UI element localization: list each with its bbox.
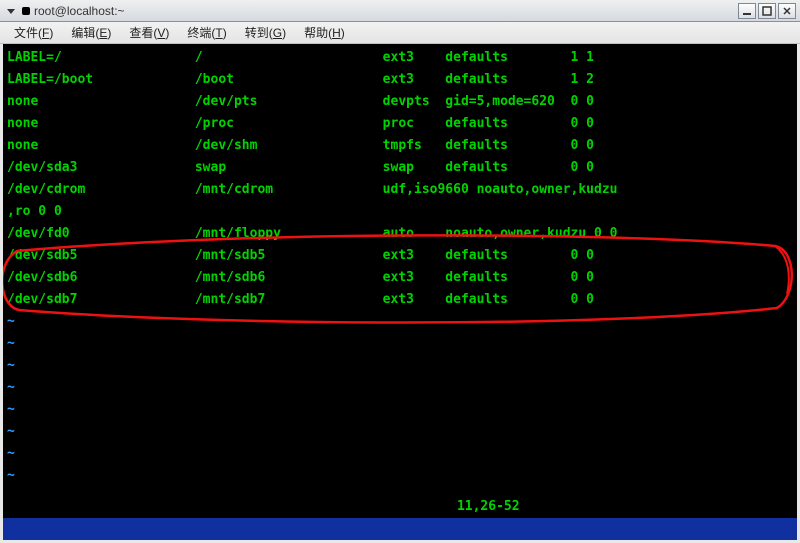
vim-tilde: ~ xyxy=(7,333,797,355)
vim-tilde: ~ xyxy=(7,377,797,399)
fstab-line: /dev/sdb5 /mnt/sdb5 ext3 defaults 0 0 xyxy=(7,245,797,267)
fstab-line: none /dev/pts devpts gid=5,mode=620 0 0 xyxy=(7,91,797,113)
vim-tilde: ~ xyxy=(7,399,797,421)
window-minimize-button[interactable] xyxy=(738,3,756,19)
fstab-line: none /proc proc defaults 0 0 xyxy=(7,113,797,135)
menu-file[interactable]: 文件(F) xyxy=(6,22,61,43)
fstab-line: /dev/cdrom /mnt/cdrom udf,iso9660 noauto… xyxy=(7,179,797,201)
vim-status-line: 11,26-52 xyxy=(3,496,797,518)
menu-go[interactable]: 转到(G) xyxy=(237,22,294,43)
window-close-button[interactable] xyxy=(778,3,796,19)
window-app-icon xyxy=(22,7,30,15)
vim-tilde: ~ xyxy=(7,421,797,443)
fstab-line: LABEL=/ / ext3 defaults 1 1 xyxy=(7,47,797,69)
vim-tilde: ~ xyxy=(7,311,797,333)
fstab-line: /dev/sdb7 /mnt/sdb7 ext3 defaults 0 0 xyxy=(7,289,797,311)
terminal-area[interactable]: LABEL=/ / ext3 defaults 1 1 LABEL=/boot … xyxy=(3,44,797,540)
fstab-line-wrap: ,ro 0 0 xyxy=(7,201,797,223)
fstab-line: LABEL=/boot /boot ext3 defaults 1 2 xyxy=(7,69,797,91)
vim-tilde: ~ xyxy=(7,465,797,487)
menu-bar: 文件(F) 编辑(E) 查看(V) 终端(T) 转到(G) 帮助(H) xyxy=(0,22,800,44)
fstab-line: none /dev/shm tmpfs defaults 0 0 xyxy=(7,135,797,157)
fstab-line: /dev/fd0 /mnt/floppy auto noauto,owner,k… xyxy=(7,223,797,245)
menu-view[interactable]: 查看(V) xyxy=(121,22,177,43)
fstab-line: /dev/sdb6 /mnt/sdb6 ext3 defaults 0 0 xyxy=(7,267,797,289)
menu-terminal[interactable]: 终端(T) xyxy=(179,22,234,43)
menu-edit[interactable]: 编辑(E) xyxy=(63,22,119,43)
vim-tilde: ~ xyxy=(7,443,797,465)
window-title: root@localhost:~ xyxy=(34,4,125,18)
window-titlebar: root@localhost:~ xyxy=(0,0,800,22)
menu-help[interactable]: 帮助(H) xyxy=(296,22,353,43)
window-maximize-button[interactable] xyxy=(758,3,776,19)
fstab-line: /dev/sda3 swap swap defaults 0 0 xyxy=(7,157,797,179)
vim-command-bar xyxy=(3,518,797,540)
window-menu-dropdown-icon[interactable] xyxy=(4,4,18,18)
vim-tilde: ~ xyxy=(7,355,797,377)
